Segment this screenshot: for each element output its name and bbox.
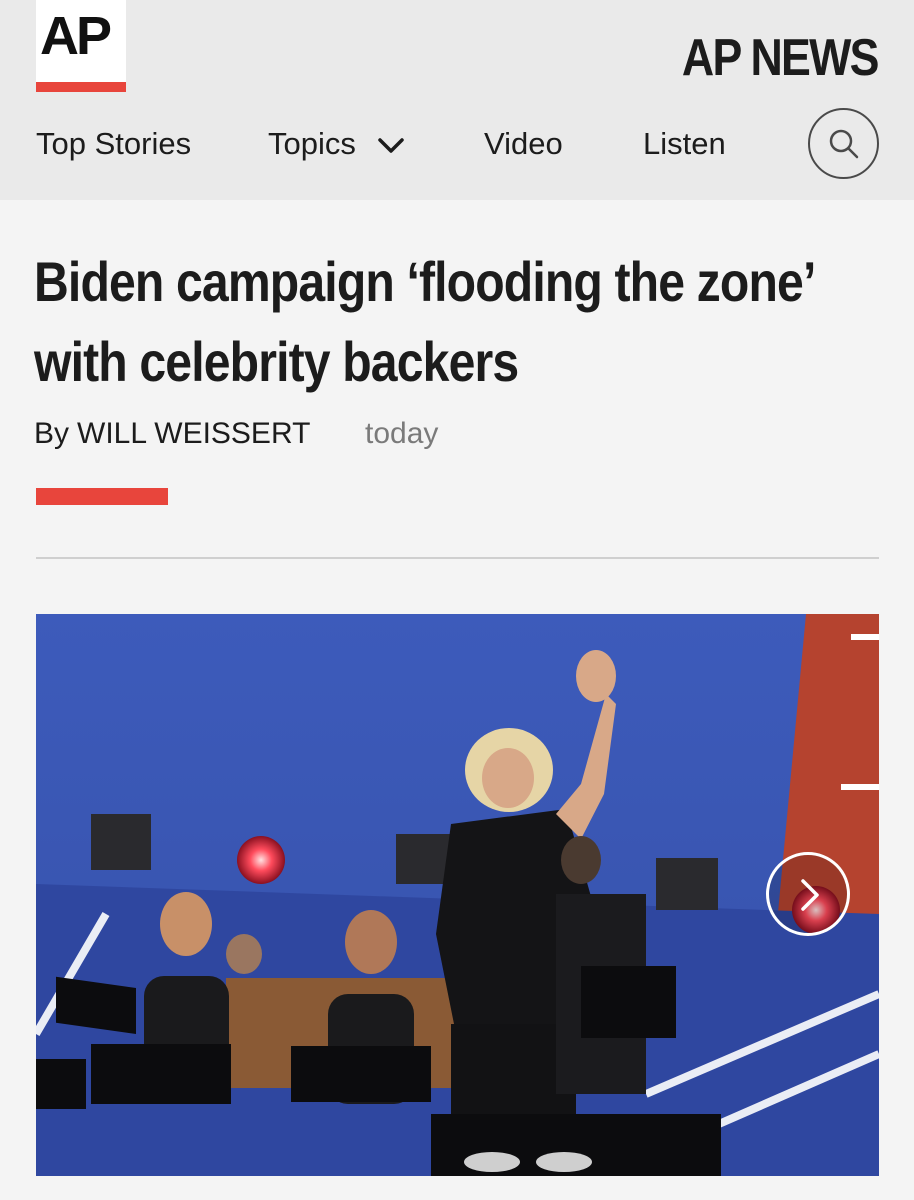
hero-image[interactable] [36, 614, 879, 1176]
ap-logo-text[interactable]: AP [40, 6, 112, 66]
site-header: AP AP NEWS Top Stories Topics Video List… [0, 0, 914, 200]
nav-listen[interactable]: Listen [643, 124, 726, 164]
logo-accent-bar [36, 82, 126, 92]
chevron-right-icon [801, 879, 819, 911]
search-icon [829, 129, 859, 159]
article-headline: Biden campaign ‘flooding the zone’ with … [34, 250, 814, 393]
nav-video[interactable]: Video [484, 124, 563, 164]
divider [36, 557, 879, 559]
accent-rule [36, 488, 168, 505]
nav-top-stories[interactable]: Top Stories [36, 124, 191, 164]
gallery-next-button[interactable] [766, 852, 850, 936]
chevron-down-icon[interactable] [376, 134, 406, 156]
byline-prefix: By [34, 417, 70, 450]
timestamp: today [365, 417, 439, 450]
byline: By WILL WEISSERT [34, 414, 310, 454]
search-button[interactable] [808, 108, 879, 179]
site-brand-title[interactable]: AP NEWS [682, 28, 880, 88]
author-name[interactable]: WILL WEISSERT [77, 417, 310, 450]
hero-photo-illustration [36, 614, 879, 1176]
nav-topics[interactable]: Topics [268, 124, 356, 164]
